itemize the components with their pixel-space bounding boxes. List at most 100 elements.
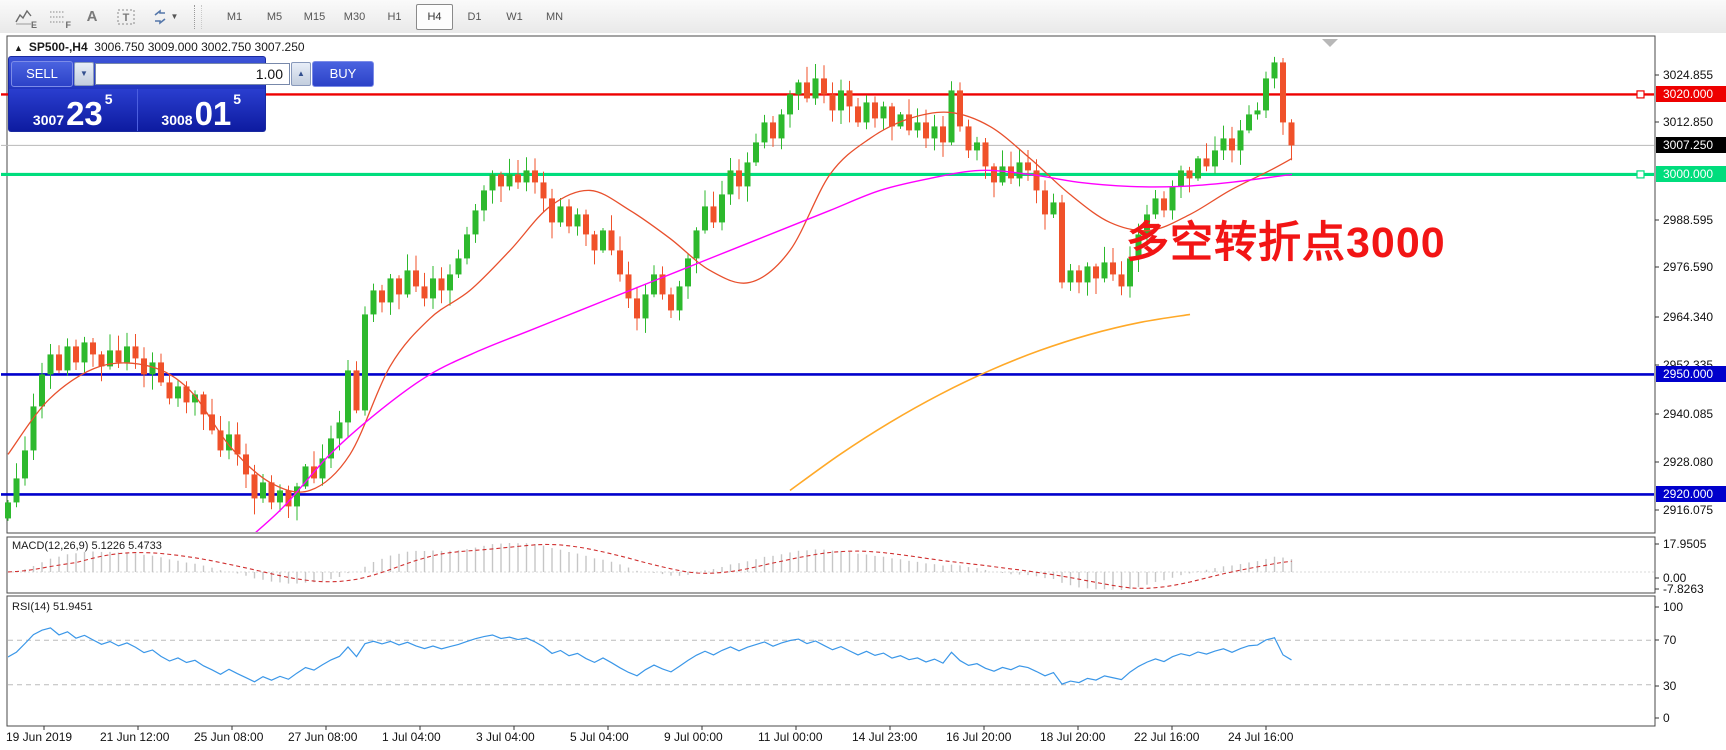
candle-body [779,114,785,138]
candle-body [702,206,708,230]
candle-body [405,270,411,294]
ask-price-main: 3008 [161,113,192,127]
time-tick-label: 27 Jun 08:00 [288,730,358,744]
candle-body [906,114,912,130]
candle-body [1195,158,1201,178]
candle-body [1153,198,1159,214]
time-tick-label: 16 Jul 20:00 [946,730,1012,744]
volume-decrease-button[interactable]: ▼ [74,62,94,86]
candle-body [345,370,351,422]
candle-body [940,126,946,142]
candle-body [685,258,691,286]
candle-body [1000,166,1006,182]
candle-body [957,90,963,126]
candle-body [90,342,96,354]
candle-body [974,142,980,150]
candle-body [269,482,275,502]
volume-input[interactable] [95,63,290,85]
scroll-end-marker-icon[interactable] [1322,39,1338,47]
volume-increase-button[interactable]: ▲ [291,62,311,86]
buy-button[interactable]: BUY [312,61,374,87]
chart-ohlc-header: ▲SP500-,H4 3006.750 3009.000 3002.750 30… [14,40,305,54]
candle-body [1059,202,1065,282]
candle-body [1170,186,1176,210]
candle-body [643,294,649,318]
time-tick-label: 14 Jul 23:00 [852,730,918,744]
candle-body [1204,158,1210,166]
candle-body [379,290,385,302]
price-badge-label: 2920.000 [1663,487,1713,501]
time-tick-label: 3 Jul 04:00 [476,730,535,744]
rsi-axis-label: 30 [1663,679,1677,693]
candle-body [575,214,581,226]
candle-body [243,454,249,474]
candle-body [1263,78,1269,110]
time-tick-label: 5 Jul 04:00 [570,730,629,744]
rsi-label: RSI(14) 51.9451 [12,601,93,613]
candle-body [31,406,37,450]
candle-body [464,234,470,258]
candle-body [813,78,819,98]
price-badge-label: 3000.000 [1663,167,1713,181]
macd-label: MACD(12,26,9) 5.1226 5.4733 [12,540,162,552]
candle-body [736,170,742,186]
candle-body [73,346,79,362]
candle-body [124,346,130,362]
chart-panel-border [7,596,1655,726]
candle-body [1161,198,1167,210]
candle-body [473,210,479,234]
candle-body [1085,266,1091,282]
candle-body [396,278,402,294]
candle-body [770,122,776,138]
ask-price-big: 01 [195,100,232,127]
ohlc-close: 3007.250 [255,40,305,54]
candle-body [592,234,598,250]
symbol-period: SP500-,H4 [29,40,88,54]
candle-body [558,206,564,222]
ask-quote[interactable]: 3008 01 5 [138,89,266,131]
candle-body [668,294,674,310]
candle-body [753,142,759,162]
candle-body [719,194,725,222]
price-tick-label: 2928.080 [1663,455,1713,469]
candle-body [1221,138,1227,150]
candle-body [1178,170,1184,186]
candle-body [167,382,173,398]
one-click-trade-panel: SELL ▼ ▲ BUY 3007 23 5 3008 01 5 [8,56,266,132]
candle-body [371,290,377,314]
candle-body [235,434,241,454]
candle-body [694,230,700,258]
candle-body [481,190,487,210]
candle-body [252,474,258,498]
candle-body [1119,274,1125,286]
candle-body [949,90,955,142]
candle-body [1017,162,1023,178]
candle-body [56,354,62,370]
bid-price-main: 3007 [33,113,64,127]
time-tick-label: 25 Jun 08:00 [194,730,264,744]
candle-body [889,106,895,126]
candle-body [14,478,20,502]
time-tick-label: 1 Jul 04:00 [382,730,441,744]
trade-controls-row: SELL ▼ ▲ BUY [8,56,266,89]
mt4-window: E F A T [0,0,1726,750]
candle-body [141,358,147,374]
price-tick-label: 2916.075 [1663,503,1713,517]
macd-axis-label: 17.9505 [1663,537,1707,551]
candle-body [745,162,751,186]
candle-body [82,342,88,362]
candle-body [422,286,428,298]
bid-quote[interactable]: 3007 23 5 [9,89,138,131]
candle-body [1272,62,1278,78]
candle-body [711,206,717,222]
candle-body [847,90,853,106]
candle-body [65,346,71,370]
sell-button[interactable]: SELL [11,61,73,87]
hline-handle [1637,91,1644,98]
candle-body [175,386,181,398]
candle-body [1187,170,1193,178]
price-tick-label: 3024.855 [1663,68,1713,82]
candle-body [677,286,683,310]
candle-body [626,274,632,298]
candle-body [1289,122,1295,145]
